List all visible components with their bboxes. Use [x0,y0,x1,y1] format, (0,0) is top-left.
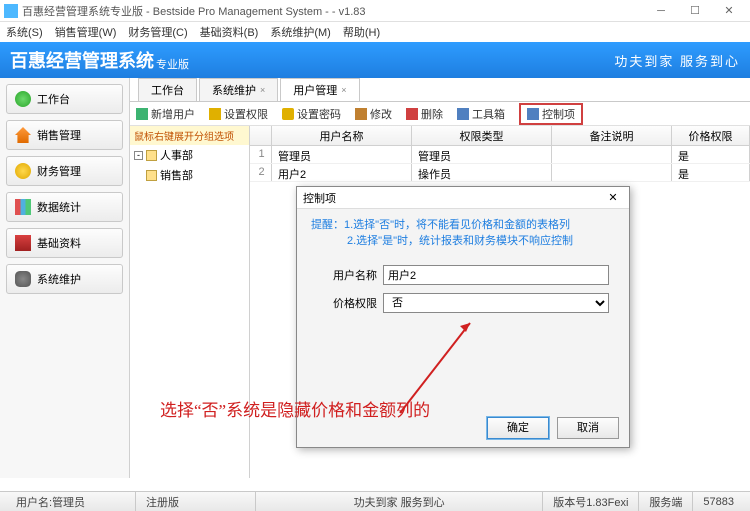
tree-root[interactable]: -人事部 [130,145,249,165]
table-row[interactable]: 2 用户2 操作员 是 [250,164,750,182]
tab-close-icon[interactable]: × [341,85,346,95]
sidebar-item-maint[interactable]: 系统维护 [6,264,123,294]
chart-icon [15,199,31,215]
toolbox-button[interactable]: 工具箱 [457,106,505,122]
perm-select[interactable]: 否 [383,293,609,313]
menubar: 系统(S) 销售管理(W) 财务管理(C) 基础资料(B) 系统维护(M) 帮助… [0,22,750,42]
close-button[interactable]: ✕ [712,1,746,21]
toolbox-icon [457,108,469,120]
col-permtype[interactable]: 权限类型 [412,126,552,145]
coin-icon [15,163,31,179]
sidebar: 工作台 销售管理 财务管理 数据统计 基础资料 系统维护 [0,78,130,478]
sidebar-item-workbench[interactable]: 工作台 [6,84,123,114]
col-note[interactable]: 备注说明 [552,126,672,145]
set-perm-button[interactable]: 设置权限 [209,106,268,122]
dialog-close-button[interactable]: ✕ [603,191,623,204]
dialog-hint: 提醒：1.选择"否"时，将不能看见价格和金额的表格列 2.选择"是"时，统计报表… [297,209,629,257]
folder-icon [146,170,157,181]
tab-users[interactable]: 用户管理× [280,78,359,101]
perm-label: 价格权限 [317,295,377,311]
pencil-icon [355,108,367,120]
group-tree: 鼠标右键展开分组选项 -人事部 销售部 [130,126,250,478]
sidebar-item-sales[interactable]: 销售管理 [6,120,123,150]
delete-icon [406,108,418,120]
status-bar: 用户名:管理员 注册版 功夫到家 服务到心 版本号1.83Fexi 服务端 57… [0,491,750,511]
banner: 百惠经营管理系统 专业版 功夫到家 服务到心 [0,42,750,78]
col-price[interactable]: 价格权限 [672,126,750,145]
annotation-text: 选择“否”系统是隐藏价格和金额列的 [160,396,430,421]
folder-icon [146,150,157,161]
menu-system[interactable]: 系统(S) [6,24,43,40]
plus-icon [136,108,148,120]
maximize-button[interactable]: ☐ [678,1,712,21]
control-icon [527,108,539,120]
toolbar: 新增用户 设置权限 设置密码 修改 删除 工具箱 控制项 [130,102,750,126]
table-row[interactable]: 1 管理员 管理员 是 [250,146,750,164]
delete-button[interactable]: 删除 [406,106,443,122]
ok-button[interactable]: 确定 [487,417,549,439]
banner-title: 百惠经营管理系统 [10,47,154,73]
banner-right: 功夫到家 服务到心 [614,51,740,70]
user-label: 用户名称 [317,267,377,283]
minus-icon: - [134,151,143,160]
cancel-button[interactable]: 取消 [557,417,619,439]
tab-workbench[interactable]: 工作台 [138,78,197,101]
tab-bar: 工作台 系统维护× 用户管理× [130,78,750,102]
tree-item[interactable]: 销售部 [130,165,249,185]
menu-sales[interactable]: 销售管理(W) [55,24,117,40]
banner-sub: 专业版 [156,56,189,72]
key-icon [209,108,221,120]
tab-maint[interactable]: 系统维护× [199,78,278,101]
house-icon [15,127,31,143]
menu-maint[interactable]: 系统维护(M) [270,24,331,40]
minimize-button[interactable]: ─ [644,1,678,21]
app-icon [4,4,18,18]
sidebar-item-stats[interactable]: 数据统计 [6,192,123,222]
menu-finance[interactable]: 财务管理(C) [128,24,187,40]
menu-base[interactable]: 基础资料(B) [200,24,259,40]
col-num[interactable] [250,126,272,145]
gear-icon [15,271,31,287]
edit-button[interactable]: 修改 [355,106,392,122]
tab-close-icon[interactable]: × [260,85,265,95]
book-icon [15,235,31,251]
user-field[interactable] [383,265,609,285]
control-button[interactable]: 控制项 [519,103,583,125]
set-pwd-button[interactable]: 设置密码 [282,106,341,122]
tree-hint: 鼠标右键展开分组选项 [130,126,249,145]
menu-help[interactable]: 帮助(H) [343,24,380,40]
lock-icon [282,108,294,120]
sidebar-item-base[interactable]: 基础资料 [6,228,123,258]
check-icon [15,91,31,107]
dialog-title: 控制项 [303,190,336,206]
col-username[interactable]: 用户名称 [272,126,412,145]
add-user-button[interactable]: 新增用户 [136,106,195,122]
sidebar-item-finance[interactable]: 财务管理 [6,156,123,186]
window-title: 百惠经营管理系统专业版 - Bestside Pro Management Sy… [22,3,644,19]
